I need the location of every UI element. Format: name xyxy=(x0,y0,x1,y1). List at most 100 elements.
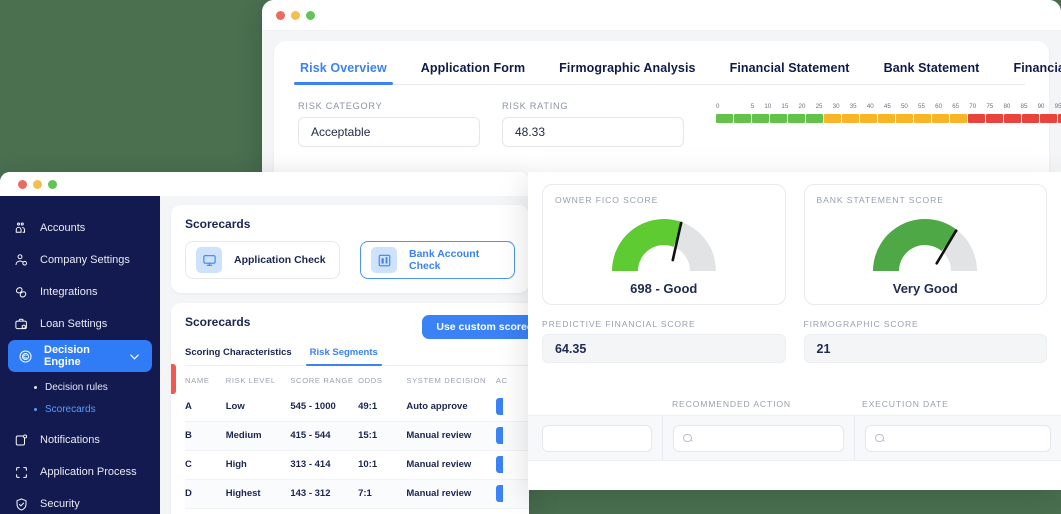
company-settings-icon xyxy=(15,253,27,265)
table-row[interactable]: D Highest 143 - 312 7:1 Manual review xyxy=(185,479,529,508)
scale-tick: 45 xyxy=(883,103,891,110)
scale-segment xyxy=(914,114,931,123)
sidebar-item-security[interactable]: Security xyxy=(0,488,160,514)
scale-tick: 15 xyxy=(781,103,789,110)
tab-label: Risk Overview xyxy=(300,61,387,75)
table-row[interactable]: A Low 545 - 1000 49:1 Auto approve xyxy=(185,392,529,421)
scale-tick: 25 xyxy=(815,103,823,110)
scale-segment xyxy=(788,114,805,123)
col-header-odds: ODDS xyxy=(358,376,383,385)
minimize-button-dot[interactable] xyxy=(33,179,42,189)
col-header-decision: SYSTEM DECISION xyxy=(406,376,487,385)
window-titlebar-top xyxy=(262,0,1061,31)
risk-overview-tabs: Risk Overview Application Form Firmograp… xyxy=(294,55,1061,85)
scorecard-bank-account-check[interactable]: Bank Account Check xyxy=(360,241,515,279)
predictive-financial-score-value[interactable]: 64.35 xyxy=(542,334,786,363)
tab-firmographic-analysis[interactable]: Firmographic Analysis xyxy=(557,55,697,84)
scorecard-application-check[interactable]: Application Check xyxy=(185,241,340,279)
loan-settings-icon xyxy=(15,318,27,329)
scale-tick: 95 xyxy=(1054,103,1061,110)
row-action-button[interactable] xyxy=(495,456,503,473)
scale-segment xyxy=(1004,114,1021,123)
risk-category-field: RISK CATEGORY Acceptable xyxy=(298,101,480,147)
tab-risk-overview[interactable]: Risk Overview xyxy=(294,55,393,85)
cell-risk-level: High xyxy=(225,459,247,470)
cell-action xyxy=(495,392,529,421)
tab-label: Financial Statement xyxy=(729,61,850,75)
use-custom-scorecard-button[interactable]: Use custom scorecard xyxy=(422,315,529,339)
row-action-button[interactable] xyxy=(495,427,503,444)
sidebar-item-notifications[interactable]: Notifications xyxy=(0,424,160,456)
scorecard-choices: Application Check Bank Account Check xyxy=(185,241,515,279)
cell-score-range: 545 - 1000 xyxy=(290,400,336,412)
gauges-row: OWNER FICO SCORE 698 - Good BANK STATEME… xyxy=(542,184,1047,305)
scale-tick: 5 xyxy=(750,103,755,110)
table-row[interactable]: C High 313 - 414 10:1 Manual review xyxy=(185,450,529,479)
sidebar-item-integrations[interactable]: Integrations xyxy=(0,276,160,308)
cell-risk-level: Highest xyxy=(225,488,261,499)
sidebar-item-label: Application Process xyxy=(40,466,137,478)
cell-score-range: 415 - 544 xyxy=(290,430,331,441)
maximize-button-dot[interactable] xyxy=(48,179,57,189)
action-cell-recommended xyxy=(663,416,856,460)
minimize-button-dot[interactable] xyxy=(291,10,300,20)
risk-category-value[interactable]: Acceptable xyxy=(298,117,480,147)
scale-segment xyxy=(896,114,913,123)
table-body: A Low 545 - 1000 49:1 Auto approve B Medium 415… xyxy=(185,392,529,514)
tab-financial-statement[interactable]: Financial Statement xyxy=(728,55,852,84)
subtab-risk-segments[interactable]: Risk Segments xyxy=(305,347,382,366)
scorecards-heading: Scorecards xyxy=(185,217,251,231)
risk-segments-card: Scorecards Use custom scorecard Scoring … xyxy=(171,303,529,514)
sidebar-item-loan-settings[interactable]: Loan Settings xyxy=(0,308,160,340)
sidebar-item-label: Integrations xyxy=(40,286,98,298)
left-field-input[interactable] xyxy=(542,424,653,452)
close-button-dot[interactable] xyxy=(18,179,27,189)
scale-segment xyxy=(770,114,787,123)
row-action-button[interactable] xyxy=(495,397,503,415)
cell-odds: 15:1 xyxy=(358,430,378,441)
table-row[interactable]: EDefault0 - 1424:1Auto reject xyxy=(185,508,529,514)
scale-segment xyxy=(1040,114,1057,123)
risk-rating-value[interactable]: 48.33 xyxy=(502,117,684,147)
risk-rating-field: RISK RATING 48.33 xyxy=(502,101,684,147)
scores-row: PREDICTIVE FINANCIAL SCORE 64.35 FIRMOGR… xyxy=(542,319,1047,363)
integrations-icon xyxy=(15,286,27,298)
tab-application-form[interactable]: Application Form xyxy=(419,55,527,84)
cell-system-decision: Manual review xyxy=(406,459,472,470)
action-cell-left xyxy=(542,416,664,460)
scale-tick: 35 xyxy=(849,103,857,110)
scale-tick: 50 xyxy=(900,103,908,110)
tab-label: Firmographic Analysis xyxy=(559,61,696,75)
tab-label: Bank Statement xyxy=(883,61,980,75)
risk-segments-subtabs: Scoring Characteristics Risk Segments xyxy=(185,347,529,366)
bank-statement-gauge xyxy=(873,219,978,271)
cell-odds: 10:1 xyxy=(358,459,378,470)
scale-tick: 40 xyxy=(866,103,874,110)
sidebar-item-decision-engine[interactable]: Decision Engine xyxy=(8,340,152,372)
cell-odds: 4:1 xyxy=(358,508,406,514)
close-button-dot[interactable] xyxy=(276,10,285,20)
scale-segment xyxy=(842,114,859,123)
execution-date-input[interactable] xyxy=(865,424,1051,452)
firmographic-score-value[interactable]: 21 xyxy=(803,334,1047,363)
sidebar-item-application-process[interactable]: Application Process xyxy=(0,456,160,488)
subtab-scoring-characteristics[interactable]: Scoring Characteristics xyxy=(185,347,292,365)
scorecards-selector-card: Scorecards Application Check Bank Accoun… xyxy=(171,205,529,293)
sidebar-item-accounts[interactable]: Accounts xyxy=(0,212,160,244)
firmographic-score-label: FIRMOGRAPHIC SCORE xyxy=(803,319,919,329)
chevron-down-icon xyxy=(130,353,139,360)
owner-fico-gauge xyxy=(611,219,716,271)
scale-tick: 60 xyxy=(935,103,943,110)
recommended-action-input[interactable] xyxy=(673,424,845,452)
cell-system-decision: Auto reject xyxy=(406,508,495,514)
tab-financial-ratio-score[interactable]: Financial Ratio Score xyxy=(1011,55,1061,84)
table-row[interactable]: B Medium 415 - 544 15:1 Manual review xyxy=(185,421,529,450)
tab-bank-statement[interactable]: Bank Statement xyxy=(882,55,982,84)
maximize-button-dot[interactable] xyxy=(306,10,315,20)
risk-scale-bars xyxy=(716,114,1061,123)
sidebar-subitem-scorecards[interactable]: Scorecards xyxy=(0,398,160,420)
row-action-button[interactable] xyxy=(495,485,503,502)
cell-name: B xyxy=(185,430,192,441)
sidebar-item-company-settings[interactable]: Company Settings xyxy=(0,244,160,276)
sidebar-subitem-decision-rules[interactable]: Decision rules xyxy=(0,376,160,398)
